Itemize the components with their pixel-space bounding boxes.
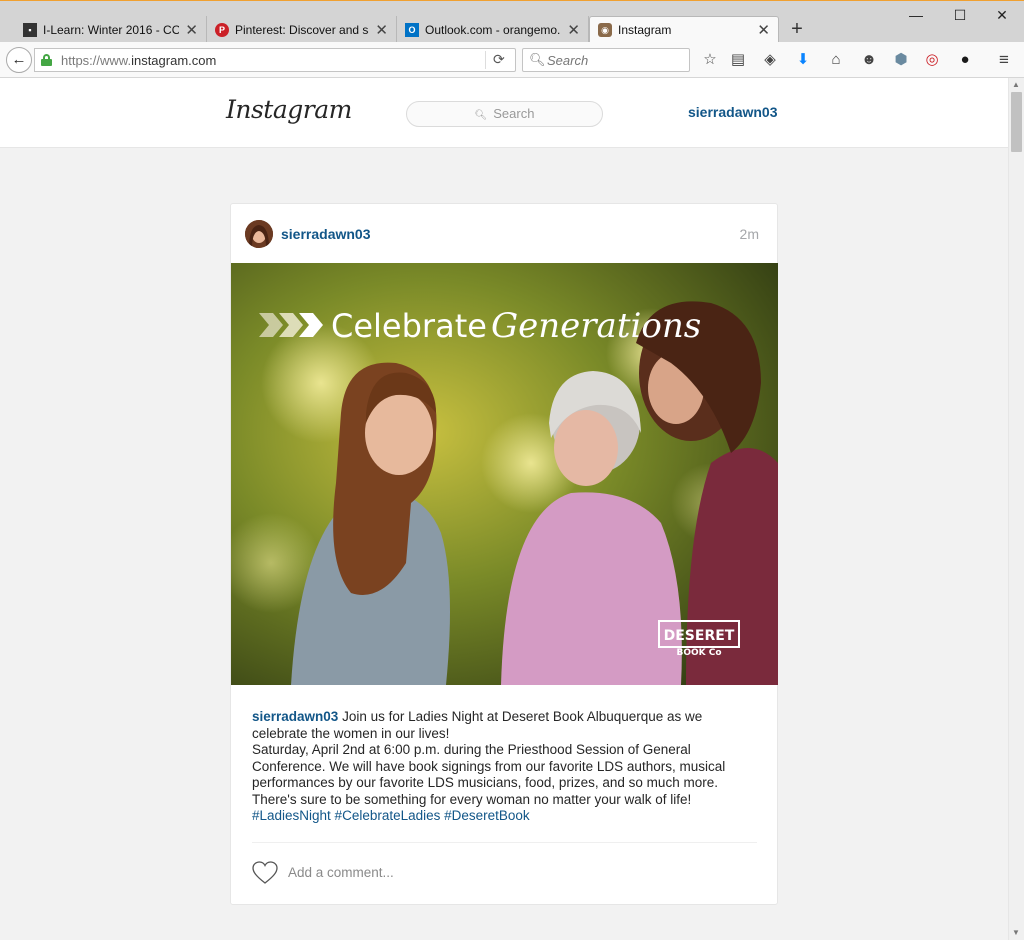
url-text[interactable]: https://www.instagram.com	[61, 53, 216, 68]
scroll-down-icon[interactable]: ▼	[1012, 928, 1020, 937]
post-timestamp[interactable]: 2m	[740, 226, 759, 242]
post-username[interactable]: sierradawn03	[281, 226, 371, 242]
close-icon[interactable]: ✕	[757, 21, 770, 39]
scroll-up-icon[interactable]: ▲	[1012, 80, 1020, 89]
scrollbar-thumb[interactable]	[1011, 92, 1022, 152]
scrollbar[interactable]: ▲ ▼	[1008, 78, 1024, 940]
new-tab-button[interactable]: +	[787, 16, 807, 43]
tab-pinterest[interactable]: P Pinterest: Discover and sa... ✕	[207, 16, 397, 43]
brand-name: DESERET	[664, 628, 735, 644]
brand-suffix: BOOK Co	[676, 648, 721, 658]
post-card: sierradawn03 2m Celebrate Generations DE…	[230, 203, 778, 905]
tab-title: Pinterest: Discover and sa...	[235, 22, 369, 37]
star-icon[interactable]: ☆	[700, 50, 720, 70]
search-icon: 🔍︎	[474, 110, 488, 121]
heart-icon[interactable]	[252, 861, 278, 885]
maximize-icon[interactable]: ☐	[950, 7, 970, 24]
minimize-icon[interactable]: —	[906, 7, 926, 23]
shield-icon[interactable]: ⬢	[891, 50, 911, 70]
pinterest-favicon-icon: P	[215, 22, 229, 37]
search-icon: 🔍︎	[529, 52, 546, 67]
tab-instagram[interactable]: ◉ Instagram ✕	[589, 16, 779, 43]
url-bar[interactable]: https://www.instagram.com ⟳	[34, 48, 516, 72]
avatar[interactable]	[245, 220, 273, 248]
chat-icon[interactable]: ☻	[859, 50, 879, 70]
app-icon[interactable]: ●	[955, 50, 975, 70]
reload-icon[interactable]: ⟳	[493, 51, 505, 68]
divider	[252, 842, 757, 843]
navigation-bar: ← https://www.instagram.com ⟳ 🔍︎ Search …	[0, 42, 1024, 78]
instagram-favicon-icon: ◉	[598, 23, 612, 37]
tab-title: I-Learn: Winter 2016 - CO...	[43, 22, 180, 37]
outlook-favicon-icon: O	[405, 22, 419, 37]
instagram-page: Instagram 🔍︎ Search sierradawn03 sierrada…	[0, 78, 1008, 940]
post-caption: sierradawn03 Join us for Ladies Night at…	[252, 709, 757, 825]
reading-list-icon[interactable]: ▤	[728, 50, 748, 70]
download-icon[interactable]: ⬇	[793, 50, 813, 70]
close-icon[interactable]: ✕	[185, 21, 198, 39]
pinterest-icon[interactable]: ◎	[922, 50, 942, 70]
instagram-logo[interactable]: Instagram	[226, 95, 352, 124]
instagram-header: Instagram 🔍︎ Search sierradawn03	[0, 78, 1008, 148]
back-icon[interactable]: ←	[6, 47, 32, 73]
menu-icon[interactable]: ≡	[994, 50, 1014, 70]
browser-search-input[interactable]: 🔍︎ Search	[522, 48, 690, 72]
lock-icon	[41, 54, 52, 66]
headline-celebrate: Celebrate	[331, 307, 487, 345]
comment-input[interactable]: Add a comment...	[288, 865, 394, 880]
close-icon[interactable]: ✕	[567, 21, 580, 39]
tab-ilearn[interactable]: ▪ I-Learn: Winter 2016 - CO... ✕	[15, 16, 207, 43]
ilearn-favicon-icon: ▪	[23, 22, 37, 37]
pocket-icon[interactable]: ◈	[760, 50, 780, 70]
close-icon[interactable]: ✕	[375, 21, 388, 39]
profile-link[interactable]: sierradawn03	[688, 104, 778, 120]
home-icon[interactable]: ⌂	[826, 50, 846, 70]
close-window-icon[interactable]: ✕	[992, 7, 1012, 24]
tab-title: Outlook.com - orangemo...	[425, 22, 562, 37]
tab-bar: ▪ I-Learn: Winter 2016 - CO... ✕ P Pinte…	[0, 0, 1024, 43]
post-image[interactable]: Celebrate Generations DESERET BOOK Co	[231, 263, 778, 685]
tab-title: Instagram	[618, 23, 672, 37]
tab-outlook[interactable]: O Outlook.com - orangemo... ✕	[397, 16, 589, 43]
instagram-search-input[interactable]: 🔍︎ Search	[406, 101, 603, 127]
caption-line2: Saturday, April 2nd at 6:00 p.m. during …	[252, 742, 726, 807]
headline-generations: Generations	[491, 306, 701, 346]
caption-hashtags[interactable]: #LadiesNight #CelebrateLadies #DeseretBo…	[252, 808, 757, 825]
caption-username[interactable]: sierradawn03	[252, 709, 338, 724]
